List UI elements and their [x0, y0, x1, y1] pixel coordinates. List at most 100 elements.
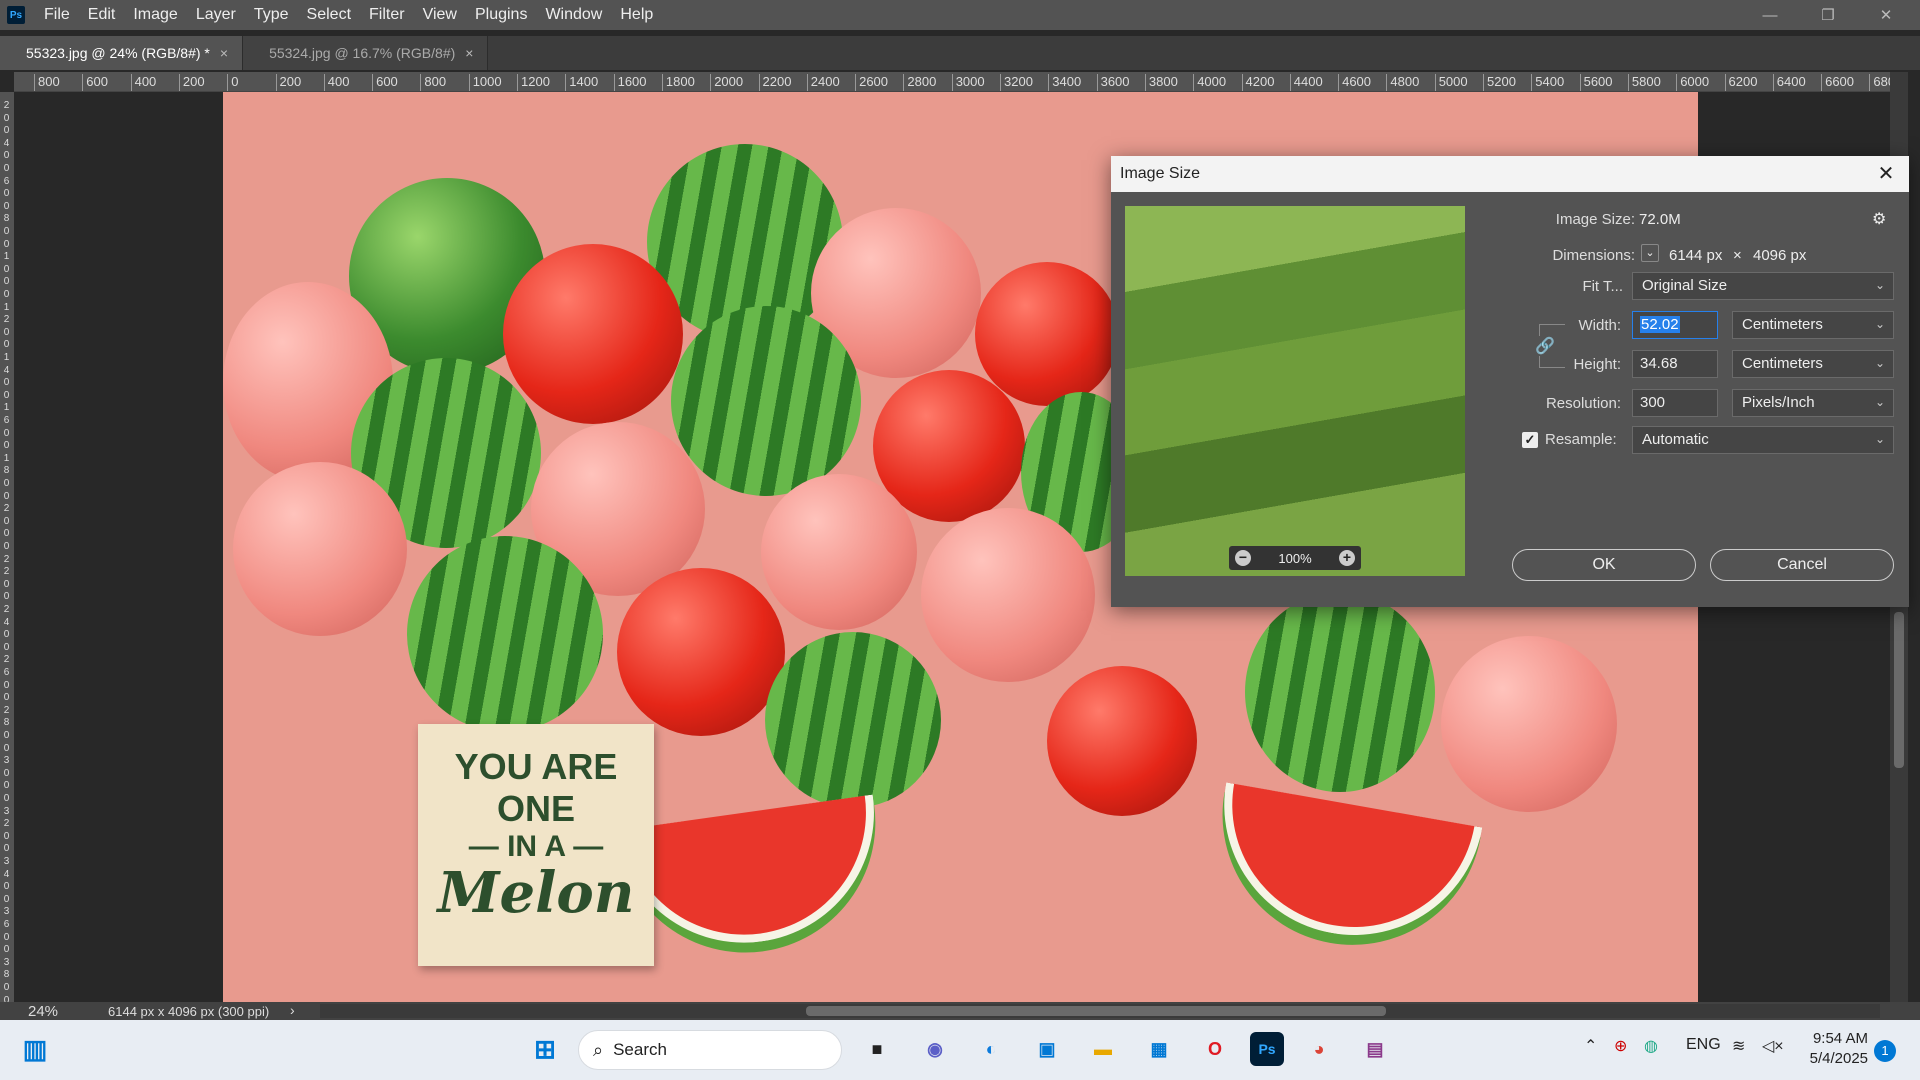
- watermelon-balloon: [1245, 592, 1435, 792]
- ruler-tick-label: 0: [3, 767, 10, 779]
- ok-button[interactable]: OK: [1512, 549, 1696, 581]
- menu-window[interactable]: Window: [536, 0, 611, 30]
- horizontal-scroll-thumb[interactable]: [806, 1006, 1386, 1016]
- ruler-tick-label: 0: [3, 515, 10, 527]
- chrome-icon[interactable]: ◕: [1302, 1032, 1336, 1066]
- ruler-tick-label: 0: [3, 200, 10, 212]
- ruler-tick-label: 6: [3, 919, 10, 930]
- ruler-tick-label: 0: [3, 679, 10, 691]
- ruler-tick-label: 1: [3, 301, 10, 313]
- red-balloon: [975, 262, 1119, 406]
- ruler-tick-label: 6000: [1676, 74, 1709, 91]
- menu-plugins[interactable]: Plugins: [466, 0, 536, 30]
- menu-layer[interactable]: Layer: [187, 0, 245, 30]
- tab-close-icon[interactable]: ×: [465, 45, 473, 61]
- restore-button[interactable]: ❐: [1806, 0, 1850, 30]
- tab-55323[interactable]: 55323.jpg @ 24% (RGB/8#) * ×: [0, 36, 244, 70]
- status-menu-chevron-icon[interactable]: ›: [290, 1002, 295, 1018]
- image-preview[interactable]: − 100% +: [1125, 206, 1465, 576]
- resample-checkbox[interactable]: ✓: [1522, 432, 1538, 448]
- notification-badge[interactable]: 1: [1874, 1040, 1896, 1062]
- store-icon[interactable]: ▦: [1142, 1032, 1176, 1066]
- opera-icon[interactable]: O: [1198, 1032, 1232, 1066]
- resolution-input[interactable]: 300: [1632, 389, 1718, 417]
- horizontal-scrollbar[interactable]: [320, 1004, 1880, 1018]
- resample-select[interactable]: Automatic ⌄: [1632, 426, 1894, 454]
- ruler-tick-label: 6600: [1821, 74, 1854, 91]
- ruler-tick-label: 0: [3, 377, 10, 389]
- task-view-icon[interactable]: ▥: [18, 1032, 52, 1066]
- close-window-button[interactable]: ✕: [1864, 0, 1908, 30]
- tray-overflow-icon[interactable]: ⌃: [1584, 1036, 1597, 1056]
- fit-to-select[interactable]: Original Size ⌄: [1632, 272, 1894, 300]
- link-icon[interactable]: 🔗: [1535, 336, 1555, 356]
- ruler-tick-label: 5400: [1531, 74, 1564, 91]
- search-box[interactable]: ⌕ Search: [578, 1030, 842, 1070]
- clock-time[interactable]: 9:54 AM: [1810, 1030, 1868, 1047]
- ruler-tick-label: 5600: [1579, 74, 1613, 91]
- ruler-tick-label: 0: [3, 793, 10, 804]
- ruler-tick-label: 0: [3, 931, 10, 943]
- minimize-button[interactable]: —: [1748, 0, 1792, 30]
- menu-edit[interactable]: Edit: [79, 0, 125, 30]
- edge-icon[interactable]: ◐: [974, 1032, 1008, 1066]
- teams-icon[interactable]: ◉: [918, 1032, 952, 1066]
- volume-icon[interactable]: ◁×: [1762, 1036, 1784, 1056]
- red-balloon: [617, 568, 785, 736]
- ruler-tick-label: 4: [3, 616, 10, 628]
- ruler-tick-label: 0: [3, 730, 10, 741]
- cancel-button[interactable]: Cancel: [1710, 549, 1894, 581]
- ruler-tick-label: 1: [3, 251, 10, 263]
- menu-type[interactable]: Type: [245, 0, 298, 30]
- tab-55324[interactable]: 55324.jpg @ 16.7% (RGB/8#) ×: [243, 36, 489, 70]
- photoshop-taskbar-icon[interactable]: Ps: [1250, 1032, 1284, 1066]
- dialog-close-icon[interactable]: ✕: [1873, 161, 1899, 187]
- ruler-tick-label: 2: [3, 566, 10, 578]
- ruler-tick-label: 0: [3, 982, 10, 993]
- zoom-out-icon[interactable]: −: [1235, 550, 1251, 566]
- start-icon[interactable]: ⊞: [528, 1032, 562, 1066]
- ruler-tick-label: 0: [3, 326, 10, 338]
- ruler-tick-label: 2: [3, 553, 10, 565]
- dimensions-unit-chevron-icon[interactable]: ⌄: [1641, 244, 1659, 262]
- menu-image[interactable]: Image: [124, 0, 186, 30]
- photos-icon[interactable]: ▣: [1030, 1032, 1064, 1066]
- sign-line-1: YOU ARE ONE: [454, 746, 618, 829]
- settings-gear-icon[interactable]: ⚙: [1872, 209, 1886, 229]
- width-input[interactable]: 52.02: [1632, 311, 1718, 339]
- ruler-tick-label: 0: [3, 780, 10, 792]
- resolution-unit-select[interactable]: Pixels/Inch ⌄: [1732, 389, 1894, 417]
- ruler-tick-label: 0: [3, 440, 10, 452]
- vertical-ruler[interactable]: 2004006008001000120014001600180020002200…: [0, 92, 14, 1002]
- horizontal-ruler[interactable]: 800 600 400 200 0 200 400 600 800 1000 1200 1400 160…: [14, 72, 1890, 92]
- width-unit-select[interactable]: Centimeters ⌄: [1732, 311, 1894, 339]
- pink-balloon: [1441, 636, 1617, 812]
- winrar-icon[interactable]: ▤: [1358, 1032, 1392, 1066]
- menu-file[interactable]: File: [35, 0, 79, 30]
- file-explorer-icon[interactable]: ▬: [1086, 1032, 1120, 1066]
- menu-help[interactable]: Help: [611, 0, 662, 30]
- ruler-tick-label: 0: [3, 994, 10, 1002]
- ruler-tick-label: 2200: [758, 74, 791, 91]
- photoshop-logo-icon[interactable]: Ps: [7, 6, 25, 24]
- tab-close-icon[interactable]: ×: [220, 45, 228, 61]
- photoshop-window: Ps File Edit Image Layer Type Select Fil…: [0, 0, 1920, 1080]
- menu-view[interactable]: View: [414, 0, 466, 30]
- clock-date[interactable]: 5/4/2025: [1800, 1050, 1868, 1067]
- language-indicator[interactable]: ENG: [1686, 1036, 1721, 1054]
- height-unit-select[interactable]: Centimeters ⌄: [1732, 350, 1894, 378]
- ruler-tick-label: 0: [3, 478, 10, 489]
- height-input[interactable]: 34.68: [1632, 350, 1718, 378]
- zoom-level[interactable]: 24%: [28, 1003, 58, 1020]
- menu-filter[interactable]: Filter: [360, 0, 414, 30]
- wifi-icon[interactable]: ≋: [1732, 1036, 1745, 1056]
- vertical-scroll-thumb[interactable]: [1894, 612, 1904, 768]
- dialog-titlebar[interactable]: Image Size: [1111, 156, 1909, 192]
- ruler-tick-label: 0: [3, 541, 10, 552]
- width-unit: Centimeters: [1742, 316, 1823, 333]
- zoom-in-icon[interactable]: +: [1339, 550, 1355, 566]
- tray-globe-icon[interactable]: ◍: [1644, 1036, 1658, 1056]
- tray-app-icon[interactable]: ⊕: [1614, 1036, 1627, 1056]
- menu-select[interactable]: Select: [298, 0, 360, 30]
- widget-icon[interactable]: ■: [860, 1032, 894, 1066]
